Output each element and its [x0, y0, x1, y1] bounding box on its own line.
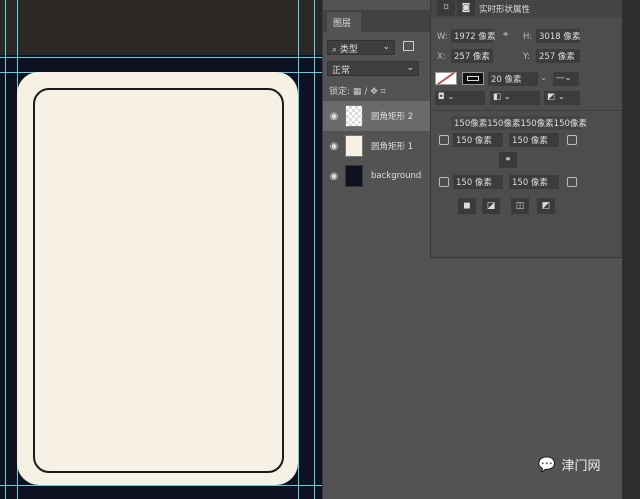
fill-swatch[interactable]: [435, 72, 457, 85]
subtract-shapes-icon[interactable]: ◪: [482, 198, 500, 214]
document-canvas[interactable]: [0, 0, 322, 499]
lock-paint-icon[interactable]: /: [364, 87, 367, 97]
scrollbar[interactable]: [622, 0, 640, 499]
layer-row[interactable]: ◉ 圆角矩形 2: [323, 101, 431, 131]
stroke-cap-select[interactable]: ◧ ⌄: [490, 91, 540, 105]
combine-shapes-icon[interactable]: ◼: [458, 198, 476, 214]
layer-thumbnail: [345, 165, 363, 187]
corner-top-right-input[interactable]: 150 像素: [509, 133, 559, 147]
lock-move-icon[interactable]: ✥: [370, 87, 378, 97]
pasteboard: [0, 0, 322, 55]
image-filter-icon[interactable]: [403, 41, 414, 51]
properties-panel: ⌑ ◙ 实时形状属性 W: 1972 像素 ⚭ H: 3018 像素 X: 25…: [430, 0, 623, 258]
link-corners-button[interactable]: ⚭: [499, 152, 517, 168]
rounded-rect-2-shape[interactable]: [33, 88, 284, 473]
shape-icon[interactable]: ⌑: [437, 0, 455, 16]
guide-vertical[interactable]: [5, 0, 6, 499]
h-label: H:: [523, 32, 533, 42]
visibility-eye-icon[interactable]: ◉: [323, 171, 345, 182]
chevron-down-icon: ⌄: [406, 63, 414, 73]
y-label: Y:: [523, 52, 530, 62]
stroke-align-select[interactable]: ◘ ⌄: [435, 91, 485, 105]
watermark: 💬 津门网: [538, 456, 601, 475]
stroke-swatch[interactable]: [462, 72, 484, 85]
x-label: X:: [437, 52, 446, 62]
lock-artboard-icon[interactable]: ⌗: [381, 87, 386, 97]
y-input[interactable]: 257 像素: [536, 49, 580, 63]
chevron-down-icon: ⌄: [382, 42, 390, 52]
search-icon: ⌕: [332, 45, 340, 55]
lock-row: 锁定: ▦ / ✥ ⌗: [329, 87, 386, 97]
mask-icon[interactable]: ◙: [457, 0, 475, 16]
blend-mode-select[interactable]: 正常 ⌄: [327, 61, 419, 76]
layer-thumbnail: [345, 135, 363, 157]
layers-panel: 图层 ⌕ 类型 ⌄ 正常 ⌄ 锁定: ▦ / ✥ ⌗ ◉ 圆角矩形 2 ◉ 圆角矩形…: [322, 0, 431, 499]
chevron-down-icon[interactable]: ⌄: [540, 73, 547, 83]
corner-bottom-right-input[interactable]: 150 像素: [509, 175, 559, 189]
stroke-type-select[interactable]: —⌄: [553, 72, 579, 86]
divider: [431, 110, 623, 111]
guide-vertical[interactable]: [314, 0, 315, 499]
visibility-eye-icon[interactable]: ◉: [323, 111, 345, 122]
link-icon[interactable]: ⚭: [502, 30, 509, 40]
intersect-shapes-icon[interactable]: ◫: [511, 198, 529, 214]
guide-vertical[interactable]: [298, 0, 299, 499]
corner-top-left-input[interactable]: 150 像素: [453, 133, 503, 147]
w-label: W:: [437, 32, 448, 42]
stroke-width-input[interactable]: 20 像素: [488, 72, 538, 86]
guide-horizontal[interactable]: [0, 485, 322, 486]
corner-bottom-right-icon: [567, 177, 577, 187]
corner-bottom-left-icon: [439, 177, 449, 187]
wechat-icon: 💬: [538, 456, 556, 473]
width-input[interactable]: 1972 像素: [451, 29, 495, 43]
stroke-corner-select[interactable]: ◩ ⌄: [544, 91, 580, 105]
layer-thumbnail: [345, 105, 363, 127]
properties-title: 实时形状属性: [479, 5, 531, 15]
layer-row[interactable]: ◉ 圆角矩形 1: [323, 131, 431, 161]
corner-top-left-icon: [439, 135, 449, 145]
x-input[interactable]: 257 像素: [451, 49, 493, 63]
corner-bottom-left-input[interactable]: 150 像素: [453, 175, 503, 189]
visibility-eye-icon[interactable]: ◉: [323, 141, 345, 152]
layer-filter-select[interactable]: ⌕ 类型 ⌄: [327, 40, 395, 55]
corner-radius-summary: 150像素150像素150像素150像素: [451, 116, 587, 130]
lock-transparent-icon[interactable]: ▦: [353, 87, 362, 97]
height-input[interactable]: 3018 像素: [536, 29, 580, 43]
corner-top-right-icon: [567, 135, 577, 145]
tab-layers[interactable]: 图层: [327, 12, 361, 32]
exclude-shapes-icon[interactable]: ◩: [537, 198, 555, 214]
layer-row[interactable]: ◉ background: [323, 161, 431, 191]
guide-horizontal[interactable]: [0, 57, 322, 58]
